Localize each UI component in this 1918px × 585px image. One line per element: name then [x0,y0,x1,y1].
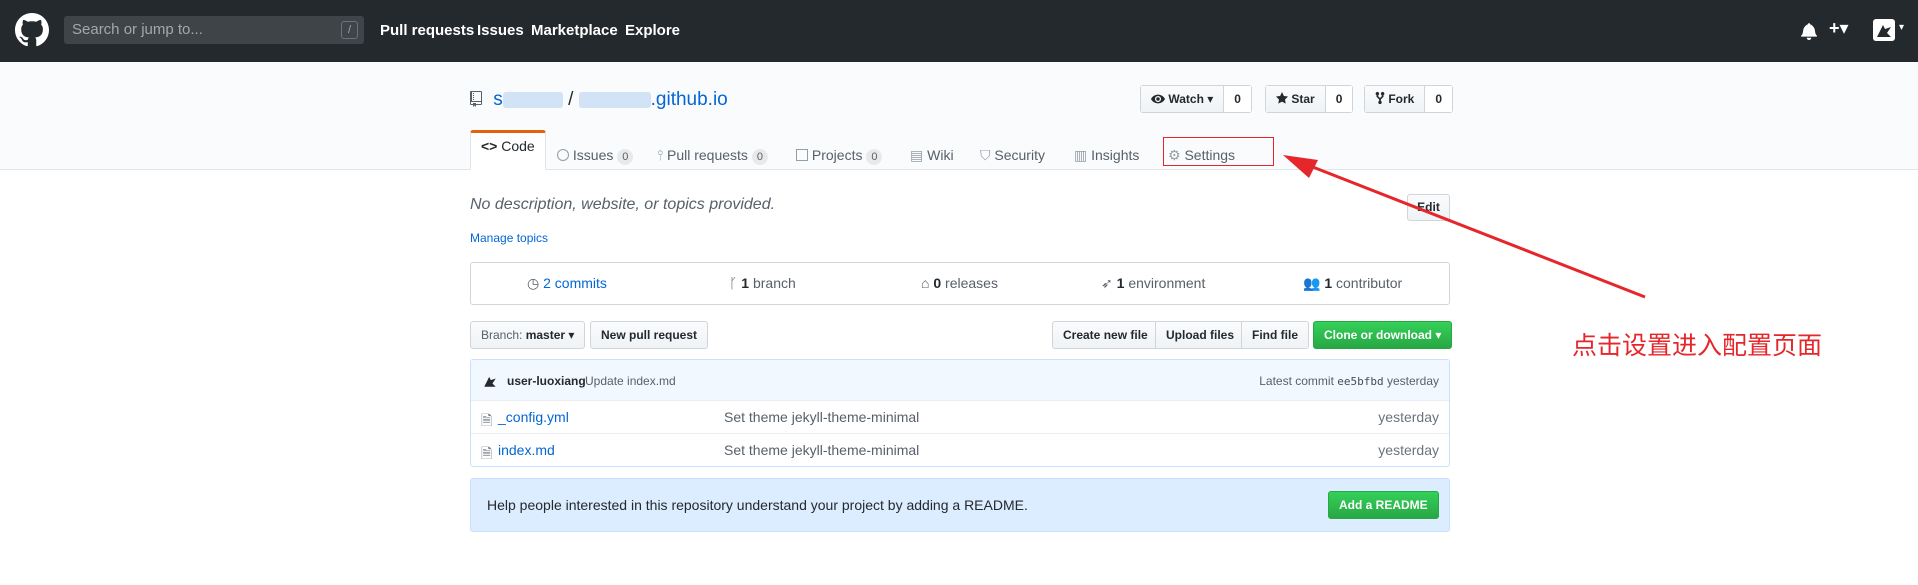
annotation-text: 点击设置进入配置页面 [1572,331,1823,360]
annotation-arrow [1283,155,1646,299]
